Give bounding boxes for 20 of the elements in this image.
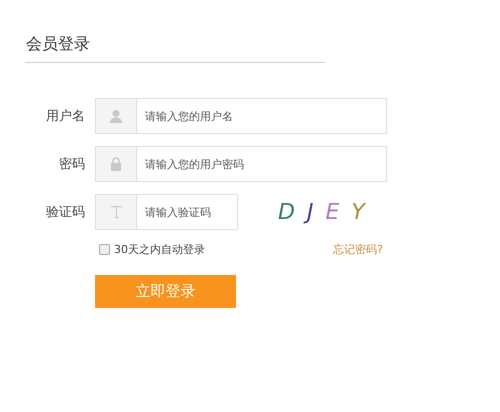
input-text[interactable]: 请输入您的用户密码 xyxy=(137,147,386,181)
page-title: 会员登录 xyxy=(26,33,90,55)
field-label: 用户名 xyxy=(45,108,85,125)
captcha-letter: E xyxy=(325,200,340,224)
field-label: 密码 xyxy=(58,156,85,173)
remember-checkbox[interactable] xyxy=(99,244,110,255)
input-field[interactable]: 请输入验证码 xyxy=(95,194,238,230)
login-button[interactable]: 立即登录 xyxy=(95,275,236,308)
input-text[interactable]: 请输入验证码 xyxy=(137,195,237,229)
remember-label: 30天之内自动登录 xyxy=(114,242,205,257)
forgot-password-link[interactable]: 忘记密码? xyxy=(333,242,383,257)
input-field[interactable]: 请输入您的用户密码 xyxy=(95,146,387,182)
user-icon xyxy=(109,109,123,123)
captcha-letter: Y xyxy=(351,200,365,224)
input-text[interactable]: 请输入您的用户名 xyxy=(137,99,386,133)
lock-icon xyxy=(110,157,122,171)
field-label: 验证码 xyxy=(45,204,85,221)
text-icon xyxy=(110,206,122,218)
captcha-letter: D xyxy=(278,200,295,224)
input-field[interactable]: 请输入您的用户名 xyxy=(95,98,387,134)
